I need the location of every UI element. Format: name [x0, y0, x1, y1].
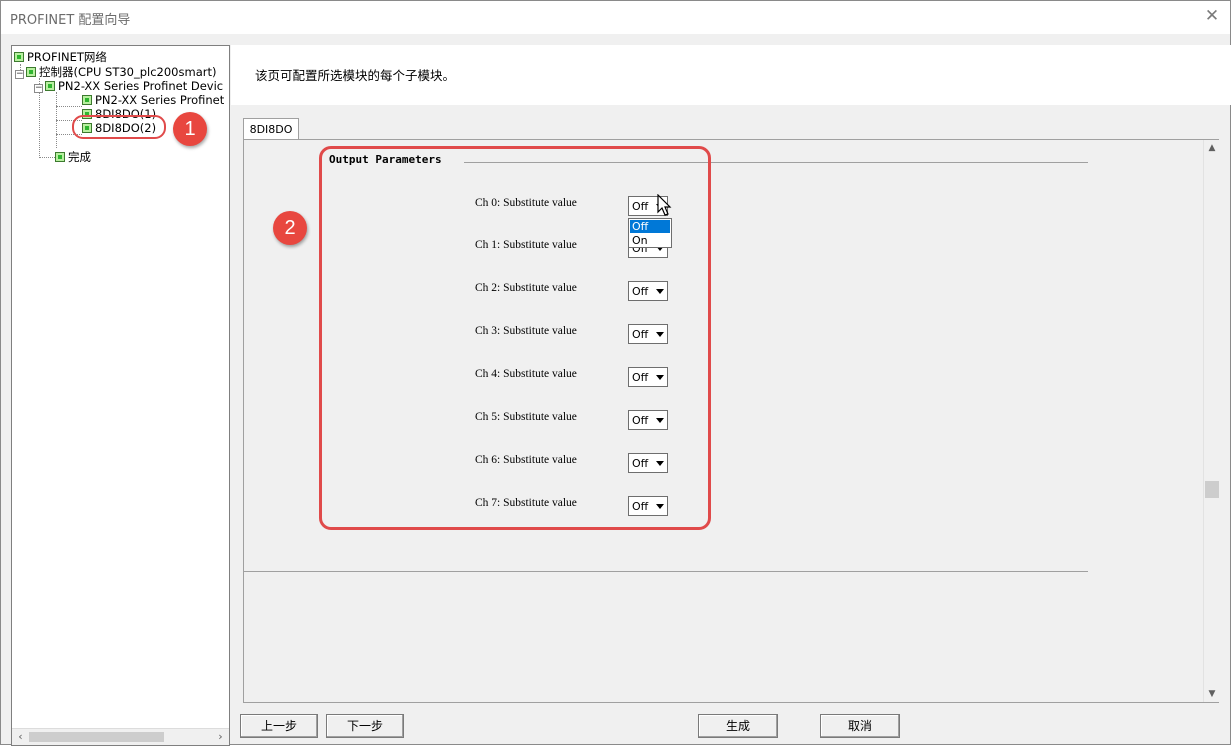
node-status-icon — [26, 67, 36, 77]
tree-item-label: PN2-XX Series Profinet D — [95, 93, 230, 107]
node-status-icon — [14, 52, 24, 62]
scroll-right-icon[interactable]: › — [213, 730, 228, 743]
tab-8di8do[interactable]: 8DI8DO — [243, 118, 299, 140]
profinet-wizard-window: PROFINET 配置向导 ✕ PROFINET网络 − 控制器(CPU ST30… — [0, 0, 1231, 746]
page-description: 该页可配置所选模块的每个子模块。 — [255, 68, 456, 83]
tree-item-controller[interactable]: − 控制器(CPU ST30_plc200smart) — [15, 65, 216, 79]
scrollbar-thumb[interactable] — [29, 732, 164, 742]
scroll-down-icon[interactable]: ▼ — [1204, 689, 1220, 699]
tree-item-device[interactable]: − PN2-XX Series Profinet Devic — [34, 79, 223, 93]
collapse-icon[interactable]: − — [15, 70, 24, 79]
step-badge-2: 2 — [273, 211, 307, 245]
tree-item-profinet-network[interactable]: PROFINET网络 — [14, 50, 107, 64]
tree-item-device-child[interactable]: PN2-XX Series Profinet D — [82, 93, 230, 107]
cancel-button[interactable]: 取消 — [820, 714, 900, 738]
window-title: PROFINET 配置向导 — [10, 13, 131, 28]
scroll-left-icon[interactable]: ‹ — [13, 730, 28, 743]
navigation-tree[interactable]: PROFINET网络 − 控制器(CPU ST30_plc200smart) − P… — [11, 45, 230, 746]
tree-horizontal-scrollbar[interactable]: ‹ › — [12, 728, 229, 745]
prev-step-button[interactable]: 上一步 — [240, 714, 318, 738]
title-bar: PROFINET 配置向导 ✕ — [1, 1, 1230, 34]
tree-item-label: 控制器(CPU ST30_plc200smart) — [39, 65, 217, 79]
close-icon[interactable]: ✕ — [1202, 6, 1222, 26]
scroll-up-icon[interactable]: ▲ — [1204, 143, 1220, 153]
node-status-icon — [82, 95, 92, 105]
page-header: 该页可配置所选模块的每个子模块。 — [231, 45, 1231, 105]
content-vertical-scrollbar[interactable]: ▲ ▼ — [1203, 140, 1219, 702]
group-divider-bottom — [244, 571, 1088, 572]
collapse-icon[interactable]: − — [34, 84, 43, 93]
tree-item-label: PN2-XX Series Profinet Devic — [58, 79, 224, 93]
tree-item-label: PROFINET网络 — [27, 50, 107, 64]
scrollbar-thumb[interactable] — [1205, 481, 1219, 498]
highlight-box-output-parameters — [319, 146, 711, 530]
highlight-box-module — [72, 115, 166, 139]
node-status-icon — [45, 81, 55, 91]
tree-item-finish[interactable]: 完成 — [55, 150, 91, 164]
node-status-icon — [55, 152, 65, 162]
tree-item-label: 完成 — [68, 150, 91, 164]
step-badge-1: 1 — [173, 112, 207, 146]
next-step-button[interactable]: 下一步 — [326, 714, 404, 738]
generate-button[interactable]: 生成 — [698, 714, 778, 738]
